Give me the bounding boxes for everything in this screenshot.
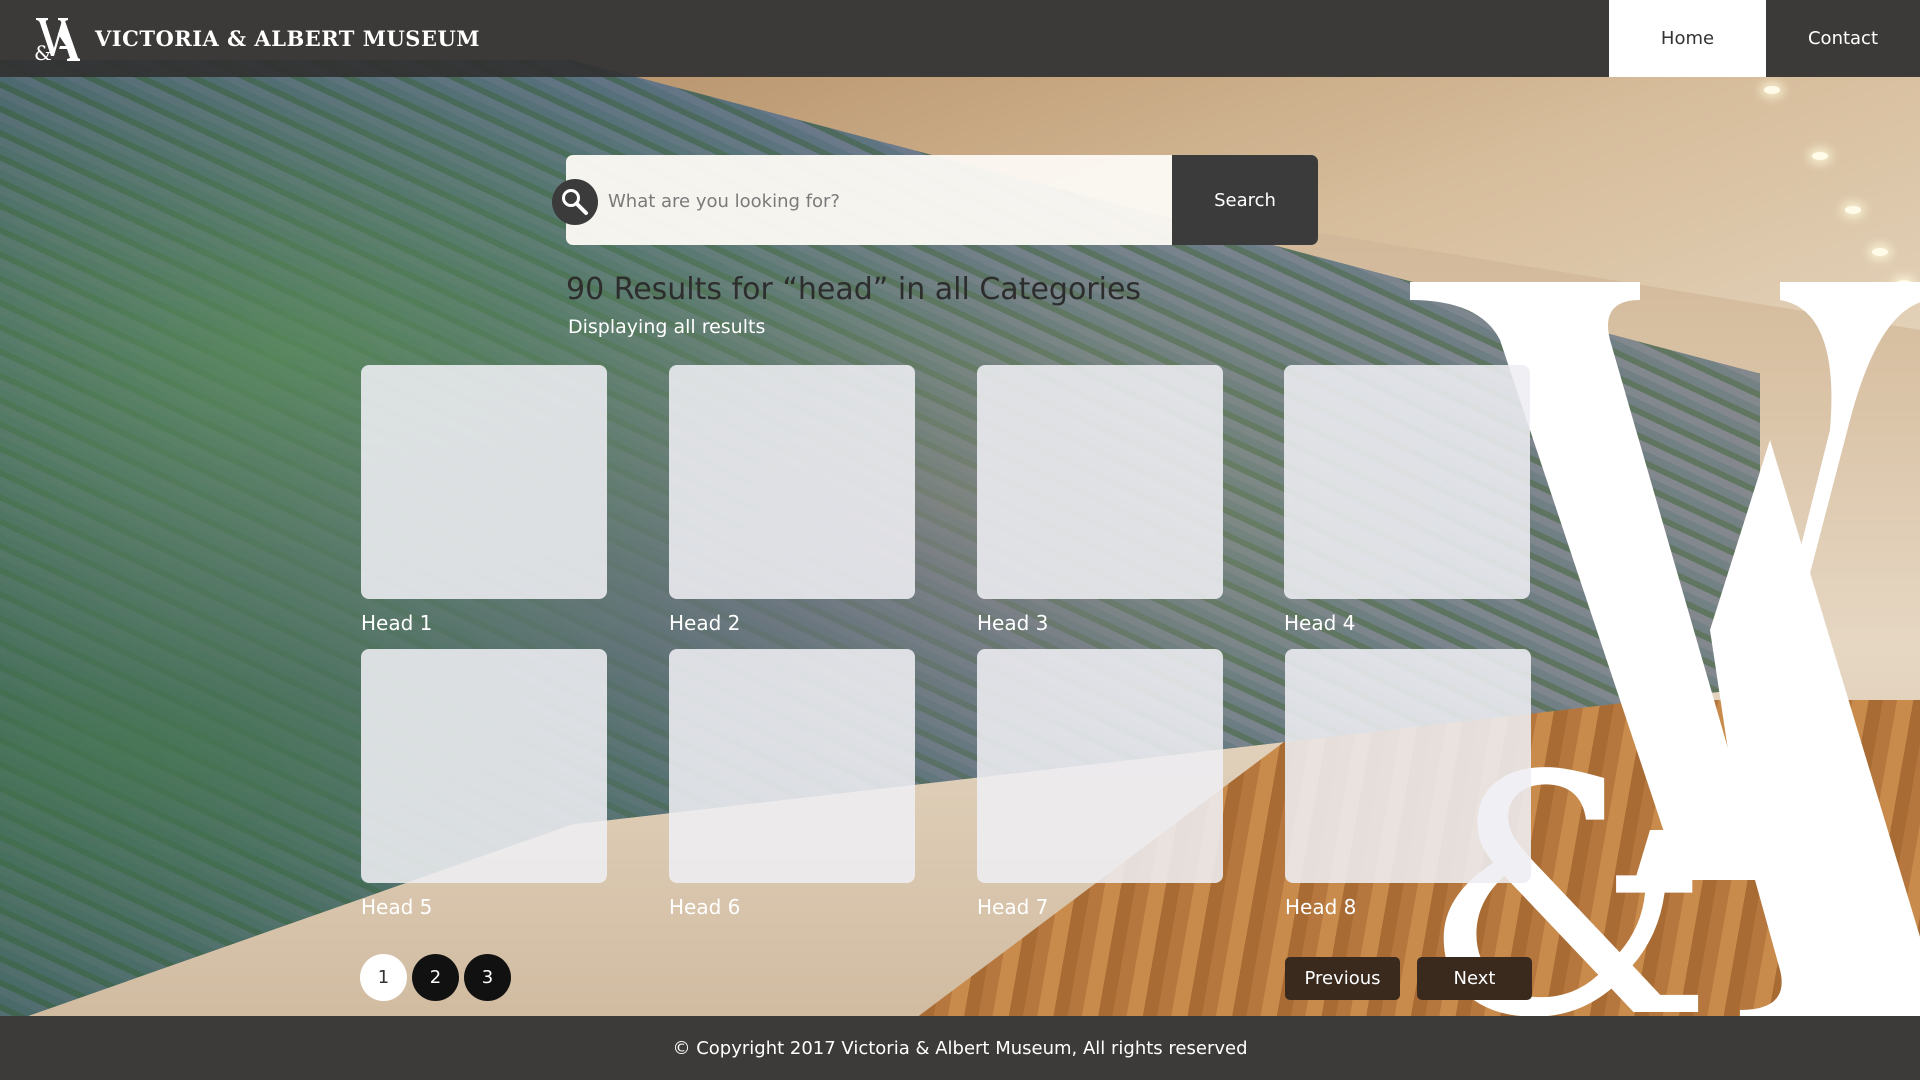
- result-title[interactable]: Head 1: [361, 611, 607, 635]
- result-card[interactable]: Head 5: [361, 649, 607, 919]
- result-thumbnail[interactable]: [977, 365, 1223, 599]
- result-thumbnail[interactable]: [977, 649, 1223, 883]
- result-thumbnail[interactable]: [361, 649, 607, 883]
- result-card[interactable]: Head 7: [977, 649, 1223, 919]
- result-card[interactable]: Head 2: [669, 365, 915, 635]
- result-card[interactable]: Head 6: [669, 649, 915, 919]
- result-thumbnail[interactable]: [1284, 365, 1530, 599]
- prev-next-controls: Previous Next: [1285, 957, 1532, 1000]
- nav-home-link[interactable]: Home: [1609, 0, 1766, 77]
- result-title[interactable]: Head 7: [977, 895, 1223, 919]
- results-subtitle: Displaying all results: [568, 316, 766, 338]
- result-thumbnail[interactable]: [669, 649, 915, 883]
- result-card[interactable]: Head 1: [361, 365, 607, 635]
- search-input[interactable]: [606, 155, 1160, 247]
- result-card[interactable]: Head 3: [977, 365, 1223, 635]
- result-card[interactable]: Head 4: [1284, 365, 1530, 635]
- result-thumbnail[interactable]: [669, 365, 915, 599]
- copyright-text: © Copyright 2017 Victoria & Albert Museu…: [672, 1037, 1248, 1059]
- page-3-button[interactable]: 3: [464, 954, 511, 1001]
- nav-contact-link[interactable]: Contact: [1766, 0, 1920, 77]
- result-title[interactable]: Head 2: [669, 611, 915, 635]
- main-nav: Home Contact: [1609, 0, 1920, 77]
- result-title[interactable]: Head 3: [977, 611, 1223, 635]
- site-footer: © Copyright 2017 Victoria & Albert Museu…: [0, 1016, 1920, 1080]
- svg-text:&: &: [34, 41, 52, 62]
- page-1-button[interactable]: 1: [360, 954, 407, 1001]
- pagination: 1 2 3: [360, 954, 511, 1001]
- result-title[interactable]: Head 8: [1285, 895, 1531, 919]
- site-header: & VICTORIA & ALBERT MUSEUM Home Contact: [0, 0, 1920, 77]
- result-title[interactable]: Head 6: [669, 895, 915, 919]
- result-title[interactable]: Head 5: [361, 895, 607, 919]
- search-icon[interactable]: [552, 179, 598, 225]
- previous-button[interactable]: Previous: [1285, 957, 1400, 1000]
- page-2-button[interactable]: 2: [412, 954, 459, 1001]
- va-monogram-icon[interactable]: &: [34, 16, 80, 62]
- site-title[interactable]: VICTORIA & ALBERT MUSEUM: [95, 26, 480, 51]
- search-button[interactable]: Search: [1172, 155, 1318, 245]
- search-bar: Search: [552, 155, 1318, 247]
- result-thumbnail[interactable]: [361, 365, 607, 599]
- next-button[interactable]: Next: [1417, 957, 1532, 1000]
- result-card[interactable]: Head 8: [1285, 649, 1531, 919]
- search-field-container: [552, 155, 1172, 247]
- result-title[interactable]: Head 4: [1284, 611, 1530, 635]
- results-title: 90 Results for “head” in all Categories: [566, 272, 1142, 307]
- result-thumbnail[interactable]: [1285, 649, 1531, 883]
